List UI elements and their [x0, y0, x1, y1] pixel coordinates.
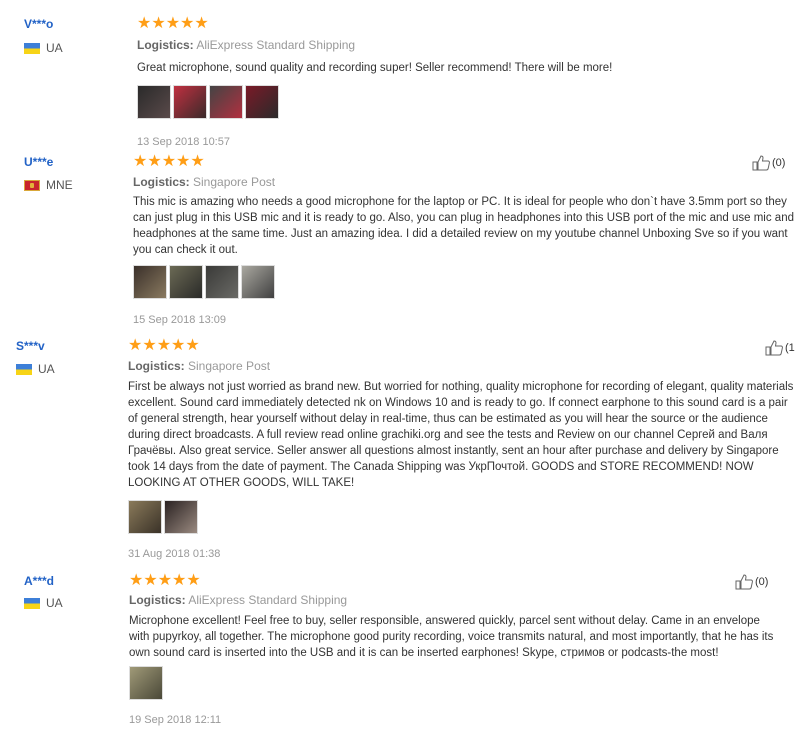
- review-photo-thumbnail[interactable]: [241, 265, 275, 299]
- logistics-info: Logistics: AliExpress Standard Shipping: [129, 593, 347, 607]
- country-code: MNE: [46, 178, 73, 192]
- ukraine-flag-icon: [24, 42, 40, 54]
- helpful-count: (0): [755, 576, 769, 588]
- review-photos: [128, 500, 198, 534]
- review-text: This mic is amazing who needs a good mic…: [133, 196, 794, 256]
- review-date: 15 Sep 2018 13:09: [133, 314, 226, 326]
- helpful-count: (1: [785, 342, 795, 354]
- review-photo-thumbnail[interactable]: [173, 85, 207, 119]
- helpful-button[interactable]: (0): [752, 155, 785, 171]
- thumbs-up-icon: [735, 574, 753, 590]
- logistics-value: AliExpress Standard Shipping: [196, 38, 356, 52]
- review-photo-thumbnail[interactable]: [245, 85, 279, 119]
- reviewer-name[interactable]: A***d: [24, 574, 54, 588]
- star-rating: ★★★★★: [129, 572, 201, 589]
- logistics-value: Singapore Post: [188, 359, 271, 373]
- ukraine-flag-icon: [16, 363, 32, 375]
- reviewer-name[interactable]: S***v: [16, 339, 45, 353]
- country-code: UA: [46, 41, 63, 55]
- country-code: UA: [46, 596, 63, 610]
- star-rating: ★★★★★: [137, 15, 209, 32]
- thumbs-up-icon: [765, 340, 783, 356]
- review-photo-thumbnail[interactable]: [128, 500, 162, 534]
- logistics-label: Logistics:: [133, 175, 190, 189]
- logistics-value: AliExpress Standard Shipping: [188, 593, 348, 607]
- logistics-info: Logistics: Singapore Post: [128, 359, 270, 373]
- review-date: 19 Sep 2018 12:11: [129, 714, 222, 726]
- review-photo-thumbnail[interactable]: [209, 85, 243, 119]
- review-photos: [129, 666, 163, 700]
- review-photo-thumbnail[interactable]: [137, 85, 171, 119]
- helpful-button[interactable]: (0): [735, 574, 768, 590]
- review-photo-thumbnail[interactable]: [164, 500, 198, 534]
- helpful-count: (0): [772, 157, 786, 169]
- country-code: UA: [38, 362, 55, 376]
- star-rating: ★★★★★: [128, 337, 200, 354]
- reviewer-country: UA: [24, 41, 63, 55]
- logistics-value: Singapore Post: [193, 175, 276, 189]
- reviewer-country: UA: [24, 596, 63, 610]
- logistics-label: Logistics:: [137, 38, 194, 52]
- review-text: Microphone excellent! Feel free to buy, …: [129, 615, 774, 659]
- review-text: First be always not just worried as bran…: [128, 381, 794, 489]
- review-text: Great microphone, sound quality and reco…: [137, 62, 613, 74]
- review-photo-thumbnail[interactable]: [133, 265, 167, 299]
- review-photo-thumbnail[interactable]: [205, 265, 239, 299]
- star-rating: ★★★★★: [133, 153, 205, 170]
- review-date: 31 Aug 2018 01:38: [128, 548, 221, 560]
- review-photos: [133, 265, 275, 299]
- reviewer-country: MNE: [24, 178, 73, 192]
- review-photo-thumbnail[interactable]: [169, 265, 203, 299]
- logistics-label: Logistics:: [128, 359, 185, 373]
- reviewer-name[interactable]: V***o: [24, 17, 53, 31]
- helpful-button[interactable]: (1: [765, 340, 795, 356]
- logistics-info: Logistics: AliExpress Standard Shipping: [137, 38, 355, 52]
- review-photos: [137, 85, 279, 119]
- review-date: 13 Sep 2018 10:57: [137, 136, 230, 148]
- montenegro-flag-icon: [24, 179, 40, 191]
- ukraine-flag-icon: [24, 597, 40, 609]
- thumbs-up-icon: [752, 155, 770, 171]
- logistics-info: Logistics: Singapore Post: [133, 175, 275, 189]
- reviewer-name[interactable]: U***e: [24, 155, 53, 169]
- logistics-label: Logistics:: [129, 593, 186, 607]
- reviewer-country: UA: [16, 362, 55, 376]
- review-photo-thumbnail[interactable]: [129, 666, 163, 700]
